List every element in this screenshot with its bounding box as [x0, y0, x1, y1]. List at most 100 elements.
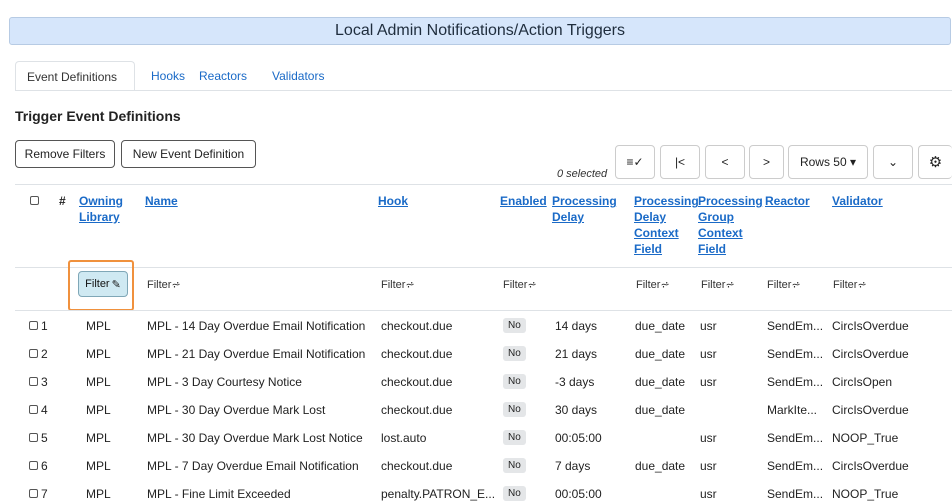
column-header-enabled[interactable]: Enabled [500, 193, 547, 209]
row-owning-library: MPL [86, 347, 111, 361]
row-validator: CircIsOverdue [832, 347, 909, 361]
row-owning-library: MPL [86, 375, 111, 389]
row-checkbox[interactable] [29, 489, 38, 498]
row-validator: CircIsOverdue [832, 319, 909, 333]
row-reactor: SendEm... [767, 487, 824, 501]
tab-divider [15, 90, 952, 91]
column-header-validator[interactable]: Validator [832, 193, 883, 209]
row-reactor: SendEm... [767, 459, 824, 473]
filter-label: Filter [503, 279, 528, 291]
header-line: Library [79, 210, 120, 224]
tab-reactors[interactable]: Reactors [199, 61, 247, 91]
filter-icon: ⩫ [857, 279, 867, 291]
column-header-processing-group-context-field[interactable]: Processing Group Context Field [698, 193, 763, 257]
filter-row-divider [15, 310, 952, 311]
filter-icon: ⩫ [171, 279, 181, 291]
tab-validators[interactable]: Validators [272, 61, 324, 91]
column-header-processing-delay-context-field[interactable]: Processing Delay Context Field [634, 193, 699, 257]
row-enabled-badge: No [503, 402, 526, 417]
row-processing-delay: 00:05:00 [555, 431, 602, 445]
row-number: 5 [41, 431, 48, 445]
header-line: Processing [552, 194, 617, 208]
selected-count: 0 selected [557, 168, 608, 180]
header-line: Delay [552, 210, 585, 224]
hook-filter[interactable]: Filter⩫ [381, 278, 415, 291]
tab-bar: Event Definitions Hooks Reactors Validat… [15, 61, 952, 91]
delay-context-filter[interactable]: Filter⩫ [636, 278, 670, 291]
header-line: Delay [634, 210, 667, 224]
row-checkbox[interactable] [29, 377, 38, 386]
row-checkbox[interactable] [29, 433, 38, 442]
header-line: Processing [634, 194, 699, 208]
filter-label: Filter [767, 279, 792, 291]
column-header-owning-library[interactable]: Owning Library [79, 193, 123, 225]
column-header-name[interactable]: Name [145, 193, 178, 209]
row-delay-context: due_date [635, 459, 686, 473]
row-group-context: usr [700, 347, 717, 361]
row-validator: NOOP_True [832, 431, 899, 445]
header-line: Field [698, 242, 727, 256]
table-top-border [15, 184, 952, 185]
row-reactor: SendEm... [767, 375, 824, 389]
row-number: 2 [41, 347, 48, 361]
row-reactor: SendEm... [767, 347, 824, 361]
row-hook: checkout.due [381, 375, 453, 389]
gear-icon[interactable]: ⚙ [918, 145, 952, 179]
row-enabled-badge: No [503, 374, 526, 389]
column-header-reactor[interactable]: Reactor [765, 193, 810, 209]
sort-icon[interactable]: ≡✓ [615, 145, 655, 179]
row-name: MPL - 21 Day Overdue Email Notification [147, 347, 366, 361]
filter-icon: ⩫ [405, 279, 415, 291]
row-number: 7 [41, 487, 48, 501]
column-header-processing-delay[interactable]: Processing Delay [552, 193, 617, 225]
filter-icon: ⩫ [725, 279, 735, 291]
new-event-definition-button[interactable]: New Event Definition [121, 140, 256, 168]
row-checkbox[interactable] [29, 349, 38, 358]
row-processing-delay: 14 days [555, 319, 598, 333]
filter-icon: ⩫ [660, 279, 670, 291]
rows-per-page-dropdown[interactable]: Rows 50 ▾ [788, 145, 868, 179]
header-divider [15, 267, 952, 268]
row-name: MPL - 3 Day Courtesy Notice [147, 375, 302, 389]
row-number: 3 [41, 375, 48, 389]
row-delay-context: due_date [635, 347, 686, 361]
row-owning-library: MPL [86, 459, 111, 473]
header-line: Context [634, 226, 679, 240]
chevron-down-icon[interactable]: ⌄ [873, 145, 913, 179]
remove-filters-button[interactable]: Remove Filters [15, 140, 115, 168]
column-header-hash: # [59, 194, 66, 208]
prev-page-icon[interactable]: < [705, 145, 745, 179]
row-name: MPL - 7 Day Overdue Email Notification [147, 459, 359, 473]
row-owning-library: MPL [86, 487, 111, 501]
filter-label: Filter [636, 279, 661, 291]
first-page-icon[interactable]: |< [660, 145, 700, 179]
select-all-checkbox[interactable] [30, 196, 39, 205]
row-hook: checkout.due [381, 459, 453, 473]
row-group-context: usr [700, 319, 717, 333]
row-processing-delay: -3 days [555, 375, 595, 389]
row-hook: checkout.due [381, 319, 453, 333]
page-banner: Local Admin Notifications/Action Trigger… [9, 17, 951, 45]
row-checkbox[interactable] [29, 405, 38, 414]
row-checkbox[interactable] [29, 321, 38, 330]
validator-filter[interactable]: Filter⩫ [833, 278, 867, 291]
row-enabled-badge: No [503, 458, 526, 473]
row-enabled-badge: No [503, 346, 526, 361]
reactor-filter[interactable]: Filter⩫ [767, 278, 801, 291]
row-owning-library: MPL [86, 431, 111, 445]
enabled-filter[interactable]: Filter⩫ [503, 278, 537, 291]
name-filter[interactable]: Filter⩫ [147, 278, 181, 291]
tab-hooks[interactable]: Hooks [151, 61, 185, 91]
row-hook: checkout.due [381, 403, 453, 417]
row-validator: CircIsOverdue [832, 459, 909, 473]
group-context-filter[interactable]: Filter⩫ [701, 278, 735, 291]
row-name: MPL - 14 Day Overdue Email Notification [147, 319, 366, 333]
next-page-icon[interactable]: > [749, 145, 784, 179]
column-header-hook[interactable]: Hook [378, 193, 408, 209]
row-reactor: SendEm... [767, 431, 824, 445]
row-number: 6 [41, 459, 48, 473]
tab-event-definitions[interactable]: Event Definitions [15, 61, 135, 91]
row-delay-context: due_date [635, 375, 686, 389]
row-checkbox[interactable] [29, 461, 38, 470]
section-title: Trigger Event Definitions [15, 108, 181, 124]
